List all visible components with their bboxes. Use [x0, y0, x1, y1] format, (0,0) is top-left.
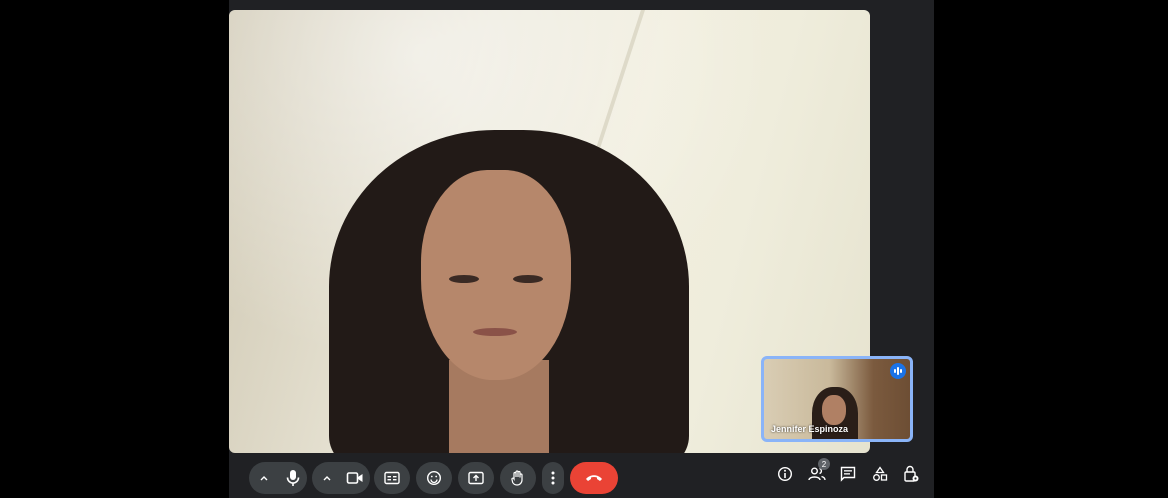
- self-view-face: [822, 395, 846, 425]
- chat-button[interactable]: [836, 462, 860, 486]
- raise-hand-button[interactable]: [500, 462, 536, 494]
- captions-icon: [384, 471, 400, 485]
- emoji-reactions-button[interactable]: [416, 462, 452, 494]
- meeting-details-button[interactable]: [773, 462, 797, 486]
- chat-icon: [840, 466, 856, 482]
- meeting-details-icon: [777, 466, 793, 482]
- host-controls-icon: [903, 465, 919, 483]
- host-controls-button[interactable]: [899, 462, 923, 486]
- camera-options-chevron-icon[interactable]: [322, 473, 332, 483]
- speaking-indicator-icon: [890, 363, 906, 379]
- right-eye: [513, 275, 543, 283]
- participant-count-badge: 2: [818, 458, 830, 470]
- more-options-icon: [551, 471, 555, 485]
- participant-face: [421, 170, 571, 380]
- microphone-icon[interactable]: [285, 469, 301, 487]
- raise-hand-icon: [510, 469, 526, 487]
- emoji-icon: [426, 470, 442, 486]
- more-options-button[interactable]: [542, 462, 564, 494]
- present-screen-icon: [468, 471, 484, 485]
- camera-control: [312, 462, 370, 494]
- activities-icon: [872, 466, 888, 482]
- meeting-toolbar: 2: [229, 458, 934, 498]
- mic-options-chevron-icon[interactable]: [259, 473, 269, 483]
- self-view-name: Jennifer Espinoza: [771, 424, 849, 434]
- leave-call-button[interactable]: [570, 462, 618, 494]
- self-view-tile[interactable]: Jennifer Espinoza: [761, 356, 913, 442]
- present-screen-button[interactable]: [458, 462, 494, 494]
- left-eye: [449, 275, 479, 283]
- meeting-stage: Jennifer Espinoza 2: [229, 0, 934, 498]
- activities-button[interactable]: [868, 462, 892, 486]
- mouth: [473, 328, 517, 336]
- microphone-control: [249, 462, 307, 494]
- captions-button[interactable]: [374, 462, 410, 494]
- participant-figure: [329, 130, 689, 453]
- hang-up-icon: [585, 474, 603, 482]
- camera-icon[interactable]: [346, 471, 364, 485]
